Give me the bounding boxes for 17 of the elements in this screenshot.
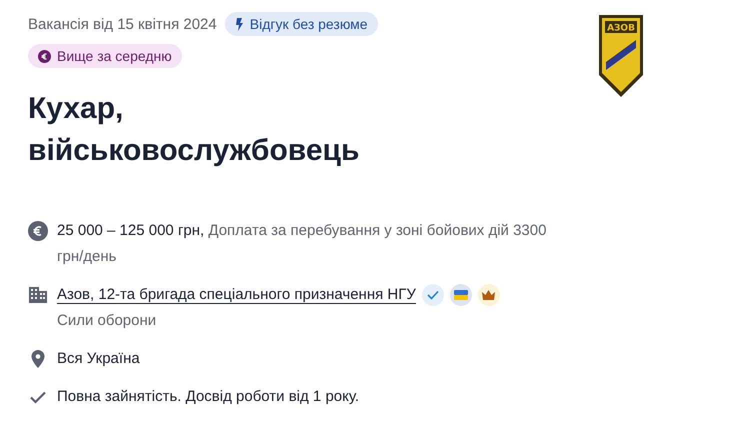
currency-icon	[38, 50, 51, 62]
company-link[interactable]: Азов, 12-та бригада спеціального призначення НГУ	[57, 286, 416, 304]
flag-icon	[450, 284, 472, 306]
verified-icon	[422, 284, 444, 306]
tag-label: Вище за середню	[57, 48, 172, 64]
location: Вся Україна	[57, 349, 141, 369]
employment-conditions: Повна зайнятість. Досвід роботи від 1 року.	[57, 387, 360, 407]
salary-text: 25 000 – 125 000 грн, Доплата за перебування у зоні бойових дій 3300 грн/день	[57, 221, 548, 267]
job-title: Кухар, військовослужбовець	[28, 91, 360, 169]
shield-logo: АЗОВ	[598, 14, 644, 98]
company-sector: Сили оборони	[57, 311, 158, 331]
building-icon	[28, 285, 48, 305]
currency-icon	[28, 221, 48, 241]
crown-icon	[478, 284, 500, 306]
tag-label: Відгук без резюме	[250, 16, 368, 32]
posted-date: Вакансія від 15 квітня 2024	[28, 16, 217, 32]
lightning-icon	[234, 18, 244, 30]
